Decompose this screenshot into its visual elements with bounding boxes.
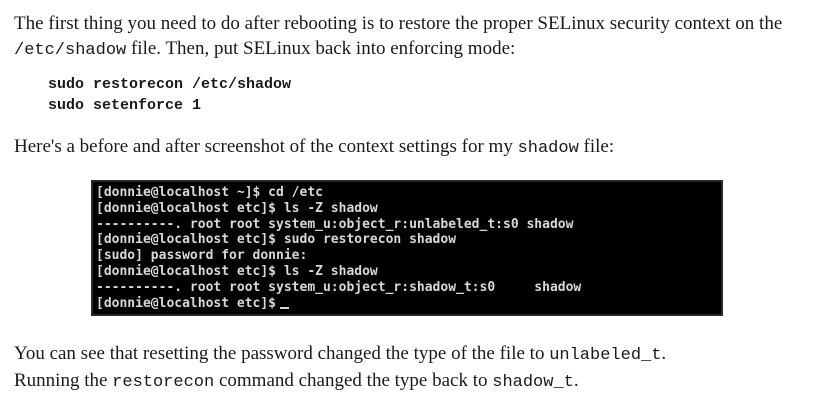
explanation-text-5: . xyxy=(573,370,579,391)
screenshot-intro-paragraph: Here's a before and after screenshot of … xyxy=(14,134,824,161)
intro-paragraph: The first thing you need to do after reb… xyxy=(14,11,824,63)
terminal-line: [donnie@localhost etc]$ sudo restorecon … xyxy=(96,232,457,248)
screenshot-intro-text-1: Here's a before and after screenshot of … xyxy=(14,136,518,157)
explanation-paragraph: You can see that resetting the password … xyxy=(14,341,824,395)
terminal-line: [donnie@localhost ~]$ cd /etc xyxy=(96,185,323,200)
terminal-prompt: [donnie@localhost etc]$ xyxy=(96,295,277,311)
code-line-restorecon: sudo restorecon /etc/shadow xyxy=(48,76,292,93)
inline-code-shadow: shadow xyxy=(517,139,579,158)
intro-text-2: file. Then, put SELinux back into enforc… xyxy=(126,38,516,59)
terminal-screenshot: [donnie@localhost ~]$ cd /etc [donnie@lo… xyxy=(91,180,723,316)
screenshot-intro-text-2: file: xyxy=(578,136,615,157)
inline-code-etc-shadow: /etc/shadow xyxy=(14,41,127,60)
terminal-line: ----------. root root system_u:object_r:… xyxy=(96,216,574,232)
terminal-last-line: [donnie@localhost etc]$ xyxy=(96,296,721,312)
explanation-text-4: command changed the type back to xyxy=(214,370,493,391)
explanation-text-3: Running the xyxy=(14,370,113,391)
terminal-line: ----------. root root system_u:object_r:… xyxy=(96,279,582,295)
code-block: sudo restorecon /etc/shadow sudo setenfo… xyxy=(48,74,291,116)
terminal-line: [sudo] password for donnie: xyxy=(96,248,308,264)
terminal-cursor xyxy=(280,306,290,309)
explanation-text-2: . xyxy=(661,343,667,364)
terminal-line: [donnie@localhost etc]$ ls -Z shadow xyxy=(96,263,378,279)
code-line-setenforce: sudo setenforce 1 xyxy=(48,97,202,114)
inline-code-shadow-t: shadow_t xyxy=(492,373,574,392)
intro-text-1: The first thing you need to do after reb… xyxy=(14,13,783,34)
inline-code-restorecon: restorecon xyxy=(112,373,215,392)
inline-code-unlabeled-t: unlabeled_t xyxy=(549,346,662,365)
explanation-text-1: You can see that resetting the password … xyxy=(14,343,550,364)
terminal-line: [donnie@localhost etc]$ ls -Z shadow xyxy=(96,200,378,216)
